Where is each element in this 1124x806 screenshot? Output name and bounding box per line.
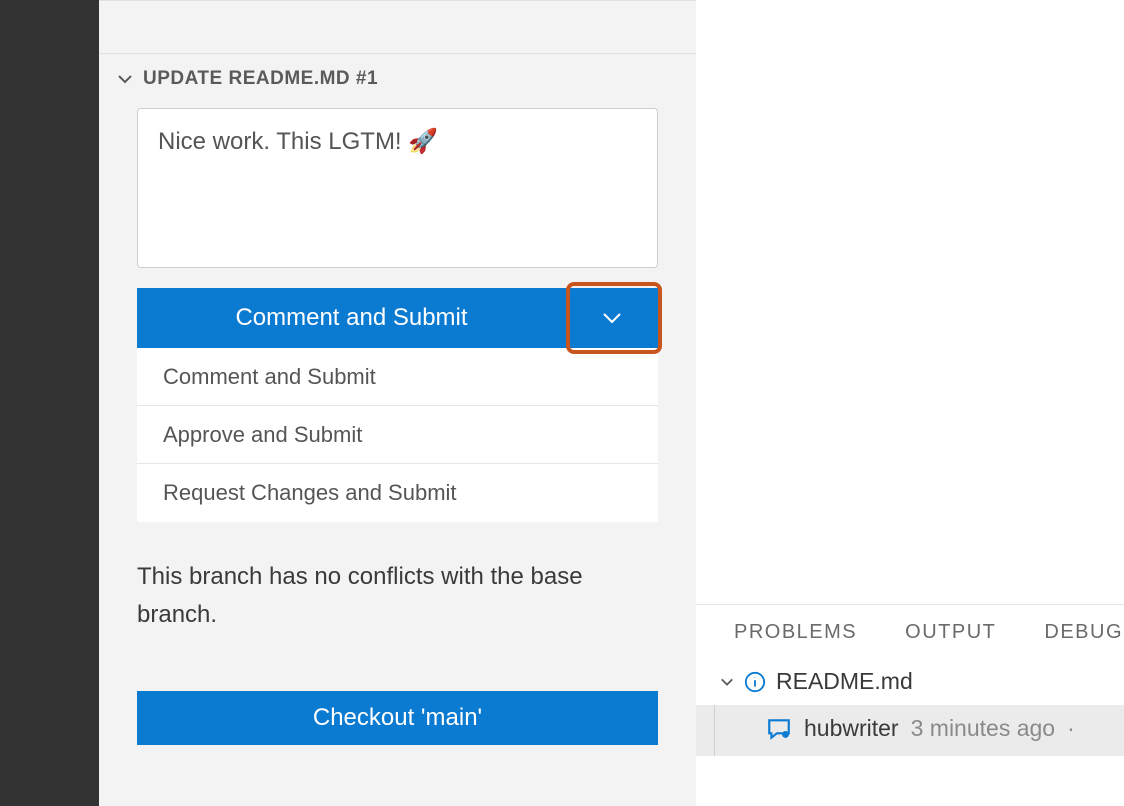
option-approve-and-submit[interactable]: Approve and Submit <box>137 406 658 464</box>
option-comment-and-submit[interactable]: Comment and Submit <box>137 348 658 406</box>
submit-review-dropdown-button[interactable] <box>566 288 658 348</box>
info-icon <box>744 671 766 693</box>
chevron-down-icon <box>600 306 624 330</box>
submit-review-split-button: Comment and Submit <box>137 288 658 348</box>
panel-comment-user: hubwriter <box>804 715 899 742</box>
option-label: Approve and Submit <box>163 422 362 448</box>
tab-debug[interactable]: DEBUG <box>1044 621 1123 644</box>
panel-body: README.md hubwriter 3 minutes ago · <box>696 662 1124 756</box>
merge-conflict-status: This branch has no conflicts with the ba… <box>137 558 658 635</box>
submit-options-list: Comment and Submit Approve and Submit Re… <box>137 348 658 522</box>
pr-section-header[interactable]: UPDATE README.MD #1 <box>99 54 696 90</box>
panel-file-label: README.md <box>776 668 913 695</box>
option-request-changes-and-submit[interactable]: Request Changes and Submit <box>137 464 658 522</box>
tab-problems[interactable]: PROBLEMS <box>734 621 857 644</box>
panel-comment-time: 3 minutes ago <box>911 715 1055 742</box>
comment-icon <box>766 716 792 742</box>
pr-sidebar: UPDATE README.MD #1 Comment and Submit C… <box>99 0 696 806</box>
panel-tab-bar: PROBLEMS OUTPUT DEBUG <box>696 604 1124 658</box>
tab-output[interactable]: OUTPUT <box>905 621 996 644</box>
option-label: Request Changes and Submit <box>163 480 457 506</box>
checkout-button[interactable]: Checkout 'main' <box>137 691 658 745</box>
checkout-button-label: Checkout 'main' <box>313 704 482 732</box>
activity-bar[interactable] <box>0 0 99 806</box>
panel-comment-row[interactable]: hubwriter 3 minutes ago · <box>696 705 1124 756</box>
panel-file-row[interactable]: README.md <box>696 662 1124 695</box>
chevron-down-icon <box>720 675 734 689</box>
editor-area: PROBLEMS OUTPUT DEBUG README.md hubwrite… <box>696 0 1124 806</box>
chevron-down-icon <box>117 71 133 87</box>
review-comment-input[interactable] <box>137 108 658 268</box>
submit-review-button-label: Comment and Submit <box>235 304 467 332</box>
option-label: Comment and Submit <box>163 364 376 390</box>
pr-title: UPDATE README.MD #1 <box>143 68 378 90</box>
panel-trailing-dot: · <box>1067 715 1075 742</box>
submit-review-button[interactable]: Comment and Submit <box>137 288 566 348</box>
